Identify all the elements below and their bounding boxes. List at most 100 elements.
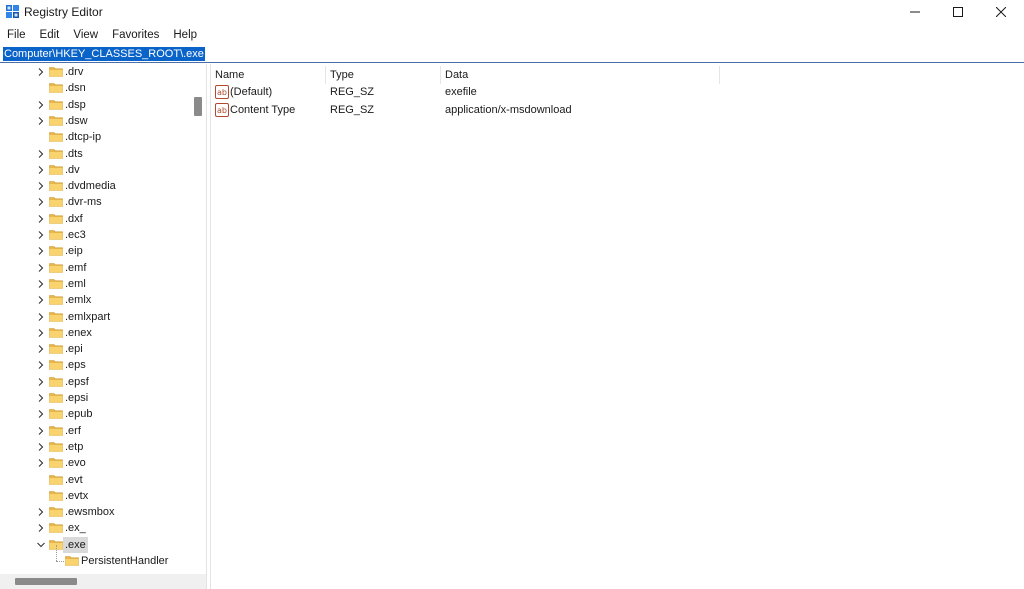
tree-item-label: .epsf (65, 375, 89, 388)
chevron-right-icon[interactable] (36, 67, 46, 77)
tree-item-label: .dvdmedia (65, 180, 116, 193)
chevron-right-icon[interactable] (36, 295, 46, 305)
chevron-right-icon[interactable] (36, 426, 46, 436)
column-separator[interactable] (325, 66, 326, 84)
column-header-name[interactable]: Name (215, 66, 244, 84)
chevron-right-icon[interactable] (36, 458, 46, 468)
column-separator[interactable] (440, 66, 441, 84)
chevron-right-icon[interactable] (36, 409, 46, 419)
key-tree-pane[interactable]: .drv .dsn .dsp .dsw .dtcp-ip .dts .dv .dvdmedia… (0, 64, 206, 589)
tree-item[interactable]: .drv (0, 64, 190, 80)
tree-item[interactable]: .dvdmedia (0, 178, 190, 194)
chevron-right-icon[interactable] (36, 149, 46, 159)
tree-item-label: PersistentHandler (81, 555, 169, 567)
folder-icon (49, 99, 63, 110)
tree-item[interactable]: .exe (0, 536, 190, 553)
close-icon (996, 7, 1006, 17)
chevron-down-icon[interactable] (36, 540, 46, 550)
value-type: REG_SZ (330, 104, 375, 116)
column-separator[interactable] (719, 66, 720, 84)
tree-item[interactable]: .emf (0, 260, 190, 276)
chevron-right-icon[interactable] (36, 507, 46, 517)
tree-item[interactable]: .eml (0, 276, 190, 292)
tree-item-label: .dtcp-ip (65, 131, 102, 144)
chevron-right-icon[interactable] (36, 214, 46, 224)
tree-item[interactable]: .enex (0, 325, 190, 341)
tree-item[interactable]: .erf (0, 423, 190, 439)
close-button[interactable] (978, 0, 1024, 24)
chevron-right-icon[interactable] (36, 523, 46, 533)
chevron-right-icon[interactable] (36, 328, 46, 338)
value-row[interactable]: ab (Default) REG_SZ exefile (211, 83, 1024, 101)
menu-edit[interactable]: Edit (33, 26, 67, 44)
tree-item[interactable]: .dsp (0, 97, 190, 113)
menu-file[interactable]: File (0, 26, 33, 44)
tree-item[interactable]: .epsi (0, 390, 190, 406)
values-list-pane[interactable]: Name Type Data ab (Default) REG_SZ exefi… (211, 64, 1024, 589)
chevron-right-icon[interactable] (36, 377, 46, 387)
folder-icon (49, 490, 63, 501)
tree-item[interactable]: .ex_ (0, 520, 190, 536)
tree-item-label: .ewsmbox (65, 506, 115, 519)
tree-horizontal-scrollbar[interactable] (0, 574, 206, 589)
folder-icon (49, 295, 63, 305)
chevron-right-icon[interactable] (36, 312, 46, 322)
folder-icon (49, 474, 63, 485)
chevron-right-icon[interactable] (36, 442, 46, 452)
tree-item[interactable]: .eps (0, 357, 190, 373)
column-header-data[interactable]: Data (445, 66, 468, 84)
chevron-right-icon[interactable] (36, 263, 46, 273)
tree-item[interactable]: .etp (0, 439, 190, 455)
value-name: Content Type (230, 104, 296, 116)
chevron-right-icon[interactable] (36, 181, 46, 191)
folder-icon (49, 279, 63, 289)
tree-item[interactable]: .dvr-ms (0, 194, 190, 210)
chevron-right-icon[interactable] (36, 165, 46, 175)
chevron-right-icon[interactable] (36, 393, 46, 403)
menu-view[interactable]: View (66, 26, 105, 44)
chevron-right-icon[interactable] (36, 197, 46, 207)
chevron-right-icon[interactable] (36, 246, 46, 256)
tree-item[interactable]: .dsn (0, 80, 190, 96)
chevron-right-icon[interactable] (36, 100, 46, 110)
chevron-right-icon[interactable] (36, 344, 46, 354)
address-bar[interactable]: Computer\HKEY_CLASSES_ROOT\.exe (0, 45, 1024, 63)
tree-item[interactable]: .dtcp-ip (0, 129, 190, 145)
tree-item[interactable]: .emlx (0, 292, 190, 308)
tree-item[interactable]: .dv (0, 162, 190, 178)
folder-icon (49, 344, 63, 354)
chevron-right-icon[interactable] (36, 116, 46, 126)
tree-item-label: .emlx (65, 294, 92, 307)
tree-item[interactable]: .dxf (0, 211, 190, 227)
menu-favorites[interactable]: Favorites (105, 26, 166, 44)
folder-icon (49, 458, 63, 468)
title-bar[interactable]: Registry Editor (0, 0, 1024, 24)
tree-item[interactable]: .evt (0, 472, 190, 488)
chevron-right-icon[interactable] (36, 230, 46, 240)
tree-item[interactable]: .eip (0, 243, 190, 259)
tree-vertical-scrollbar[interactable] (191, 64, 206, 572)
column-header-type[interactable]: Type (330, 66, 354, 84)
tree-item[interactable]: .evo (0, 455, 190, 471)
menu-help[interactable]: Help (166, 26, 204, 44)
value-row[interactable]: ab Content Type REG_SZ application/x-msd… (211, 101, 1024, 119)
tree-item[interactable]: .epsf (0, 374, 190, 390)
tree-item[interactable]: .ec3 (0, 227, 190, 243)
tree-item[interactable]: .epi (0, 341, 190, 357)
tree-item[interactable]: PersistentHandler (0, 545, 190, 569)
tree-vertical-scroll-thumb[interactable] (194, 97, 202, 116)
tree-item-label: .ec3 (65, 229, 86, 241)
tree-item[interactable]: .dsw (0, 113, 190, 129)
tree-item[interactable]: .dts (0, 146, 190, 162)
tree-item[interactable]: .ewsmbox (0, 504, 190, 520)
minimize-button[interactable] (892, 0, 938, 24)
address-path[interactable]: Computer\HKEY_CLASSES_ROOT\.exe (3, 47, 205, 61)
chevron-right-icon[interactable] (36, 279, 46, 289)
tree-item[interactable]: .emlxpart (0, 309, 190, 325)
chevron-right-icon[interactable] (36, 360, 46, 370)
maximize-button[interactable] (935, 0, 981, 24)
tree-item[interactable]: .epub (0, 406, 190, 422)
tree-horizontal-scroll-thumb[interactable] (15, 578, 77, 585)
tree-item[interactable]: .evtx (0, 488, 190, 504)
folder-icon (49, 507, 63, 517)
